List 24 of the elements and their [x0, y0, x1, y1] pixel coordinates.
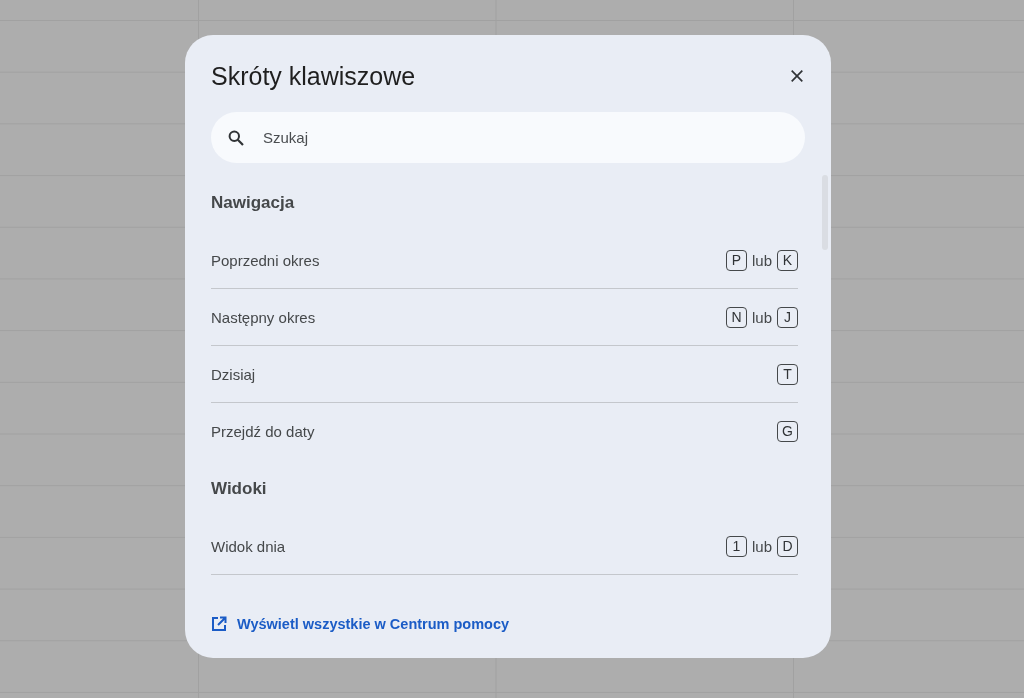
search-icon — [228, 129, 244, 146]
shortcut-label: Poprzedni okres — [211, 251, 320, 269]
help-center-link[interactable]: Wyświetl wszystkie w Centrum pomocy — [211, 616, 510, 632]
keyboard-key: N — [725, 306, 747, 328]
keyboard-key: T — [777, 363, 798, 385]
separator-text: lub — [751, 308, 772, 326]
keyboard-key: J — [777, 306, 798, 328]
keyboard-key: D — [777, 535, 798, 557]
keyboard-key: G — [777, 420, 798, 442]
shortcut-label: Następny okres — [211, 308, 316, 326]
external-link-icon — [211, 616, 227, 632]
shortcut-label: Dzisiaj — [211, 365, 256, 383]
separator-text: lub — [751, 537, 772, 555]
separator-text: lub — [751, 251, 772, 269]
section-heading: Widoki — [211, 478, 268, 500]
keyboard-key: P — [725, 249, 747, 271]
dialog-title: Skróty klawiszowe — [211, 61, 416, 92]
section-heading: Nawigacja — [211, 192, 296, 214]
keyboard-key: K — [777, 249, 798, 271]
search-field[interactable]: Szukaj — [211, 112, 805, 163]
shortcut-label: Przejdź do daty — [211, 422, 315, 440]
shortcut-label: Widok dnia — [211, 537, 286, 555]
keyboard-key: 1 — [725, 535, 747, 557]
close-icon — [791, 70, 803, 82]
